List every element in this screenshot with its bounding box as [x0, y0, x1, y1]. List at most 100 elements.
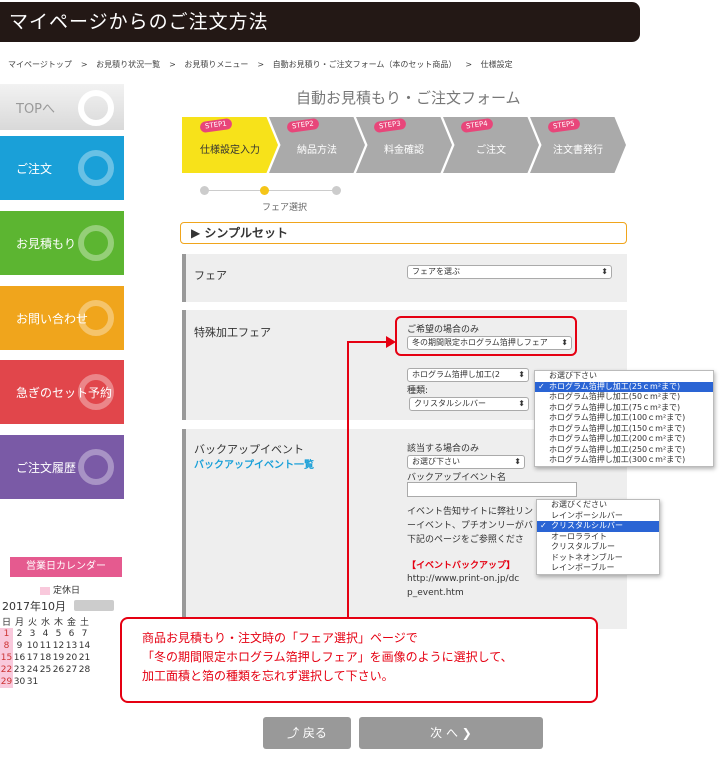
step-tag: STEP2: [286, 117, 320, 134]
backup-name-input[interactable]: [407, 482, 577, 497]
dropdown-option[interactable]: ホログラム箔押し加工(75ｃm²まで): [535, 403, 713, 414]
calendar-grid: 日月火水木金土 1 2 3 4 5 6 7 8 9 10 11 12 13 14 15 16 17 18 19 20 21…: [0, 615, 91, 688]
calendar-day: 29: [0, 676, 13, 688]
step-progress: STEP1 仕様設定入力 STEP2 納品方法 STEP3 料金確認 STEP4 ご注文 STE…: [182, 117, 627, 173]
calendar-day: [52, 676, 65, 688]
calendar-day: 19: [52, 653, 65, 663]
callout-line: 「冬の期間限定ホログラム箔押しフェア」を画像のように選択して、: [142, 650, 513, 664]
breadcrumb-current: 仕様設定: [480, 60, 513, 69]
breadcrumb-item[interactable]: マイページトップ: [8, 60, 72, 69]
history-icon: [78, 449, 114, 485]
calendar-day: 16: [13, 653, 26, 663]
calendar-day: 17: [26, 653, 39, 663]
dropdown-option[interactable]: オーロラライト: [537, 532, 659, 543]
backup-url[interactable]: http://www.print-on.jp/dc: [407, 574, 519, 584]
arrow-head-icon: [386, 336, 396, 348]
calendar-day: 11: [39, 641, 52, 651]
dropdown-option[interactable]: ホログラム箔押し加工(300ｃm²まで): [535, 455, 713, 466]
dropdown-option[interactable]: クリスタルブルー: [537, 542, 659, 553]
calendar-day: 31: [26, 677, 39, 687]
sidebar-top-button[interactable]: TOPへ: [0, 84, 124, 130]
sidebar-item-label: ご注文履歴: [16, 460, 77, 475]
calendar-day: 28: [78, 665, 91, 675]
dropdown-option[interactable]: クリスタルシルバー: [537, 521, 659, 532]
weekday-header: 月: [14, 618, 24, 628]
calendar-day: 1: [0, 628, 13, 640]
calendar-day: 18: [39, 653, 52, 663]
process-dropdown[interactable]: お選び下さいホログラム箔押し加工(25ｃm²まで)ホログラム箔押し加工(50ｃm…: [534, 370, 714, 467]
breadcrumb-item[interactable]: お見積りメニュー: [184, 60, 248, 69]
step-1: STEP1 仕様設定入力: [182, 117, 278, 173]
mail-icon: [78, 300, 114, 336]
dropdown-option[interactable]: お選び下さい: [535, 371, 713, 382]
dropdown-option[interactable]: ホログラム箔押し加工(250ｃm²まで): [535, 445, 713, 456]
calendar-day: 26: [52, 665, 65, 675]
calendar-day: 5: [55, 629, 62, 639]
dropdown-option[interactable]: ホログラム箔押し加工(200ｃm²まで): [535, 434, 713, 445]
sidebar-item-estimate[interactable]: お見積もり: [0, 211, 124, 275]
backup-label: バックアップイベント: [194, 443, 304, 456]
step-label: 納品方法: [297, 145, 337, 156]
calendar-nav-buttons[interactable]: [74, 600, 114, 611]
form-title: 自動お見積もり・ご注文フォーム: [296, 89, 521, 107]
step-tag: STEP4: [460, 117, 494, 134]
substep-label: フェア選択: [262, 203, 308, 213]
sidebar-item-rush-booking[interactable]: 急ぎのセット予約: [0, 360, 124, 424]
process-select[interactable]: ホログラム箔押し加工(2: [407, 368, 529, 382]
calendar-day: [65, 676, 78, 688]
backup-select[interactable]: お選び下さい: [407, 455, 525, 469]
calendar-day: 27: [65, 665, 78, 675]
dropdown-option[interactable]: お選びください: [537, 500, 659, 511]
dropdown-option[interactable]: ホログラム箔押し加工(100ｃm²まで): [535, 413, 713, 424]
backup-desc: ーイベント、プチオンリーがバ: [407, 521, 533, 531]
calendar-day: 30: [13, 677, 26, 687]
sidebar-item-label: ご注文: [16, 161, 53, 176]
calendar-day: 12: [52, 641, 65, 651]
calendar-month: 2017年10月: [2, 600, 66, 613]
step-label: 注文書発行: [553, 145, 603, 156]
calendar-legend: 定休日: [40, 583, 80, 596]
sidebar-item-order-history[interactable]: ご注文履歴: [0, 435, 124, 499]
type-dropdown[interactable]: お選びくださいレインボーシルバークリスタルシルバーオーロラライトクリスタルブルー…: [536, 499, 660, 575]
weekday-header: 日: [1, 618, 11, 628]
calendar-day: 2: [16, 629, 23, 639]
dropdown-option[interactable]: ホログラム箔押し加工(50ｃm²まで): [535, 392, 713, 403]
dropdown-option[interactable]: ドットネオンブルー: [537, 553, 659, 564]
back-button[interactable]: ⤴ 戻る: [263, 717, 351, 749]
breadcrumb-item[interactable]: 自動お見積り・ご注文フォーム（本のセット商品）: [273, 60, 457, 69]
weekday-header: 金: [66, 618, 76, 628]
highlight-box: [395, 316, 577, 356]
step-4: STEP4 ご注文: [443, 117, 539, 173]
calendar-day: [39, 676, 52, 688]
fair-select[interactable]: フェアを選ぶ: [407, 265, 612, 279]
step-tag: STEP1: [199, 117, 233, 134]
dropdown-option[interactable]: ホログラム箔押し加工(150ｃm²まで): [535, 424, 713, 435]
return-arrow-icon: [78, 90, 114, 126]
backup-url[interactable]: p_event.htm: [407, 588, 464, 598]
dropdown-option[interactable]: レインボーシルバー: [537, 511, 659, 522]
yen-icon: [78, 225, 114, 261]
sidebar-item-contact[interactable]: お問い合わせ: [0, 286, 124, 350]
calendar-day: 7: [81, 629, 88, 639]
backup-note: 該当する場合のみ: [407, 444, 480, 454]
sidebar-top-label: TOPへ: [16, 101, 56, 117]
next-button[interactable]: 次 へ ❯: [359, 717, 543, 749]
weekday-header: 木: [53, 618, 63, 628]
dropdown-option[interactable]: ホログラム箔押し加工(25ｃm²まで): [535, 381, 713, 392]
fair-row: フェア フェアを選ぶ: [182, 254, 627, 302]
dropdown-option[interactable]: レインボーブルー: [537, 563, 659, 574]
type-select[interactable]: クリスタルシルバー: [409, 397, 529, 411]
calendar-day: 4: [42, 629, 49, 639]
cart-icon: [78, 150, 114, 186]
breadcrumb: マイページトップ > お見積り状況一覧 > お見積りメニュー > 自動お見積り・ご注文…: [8, 60, 513, 69]
calendar-day: 21: [78, 653, 91, 663]
calendar-day: 10: [26, 641, 39, 651]
step-label: ご注文: [476, 145, 506, 156]
sidebar-item-order[interactable]: ご注文: [0, 136, 124, 200]
backup-list-link[interactable]: バックアップイベント一覧: [194, 456, 314, 471]
breadcrumb-item[interactable]: お見積り状況一覧: [96, 60, 160, 69]
calendar-day: 9: [16, 641, 23, 651]
calendar-day: 6: [68, 629, 75, 639]
calendar-day: 20: [65, 653, 78, 663]
clock-icon: [78, 374, 114, 410]
